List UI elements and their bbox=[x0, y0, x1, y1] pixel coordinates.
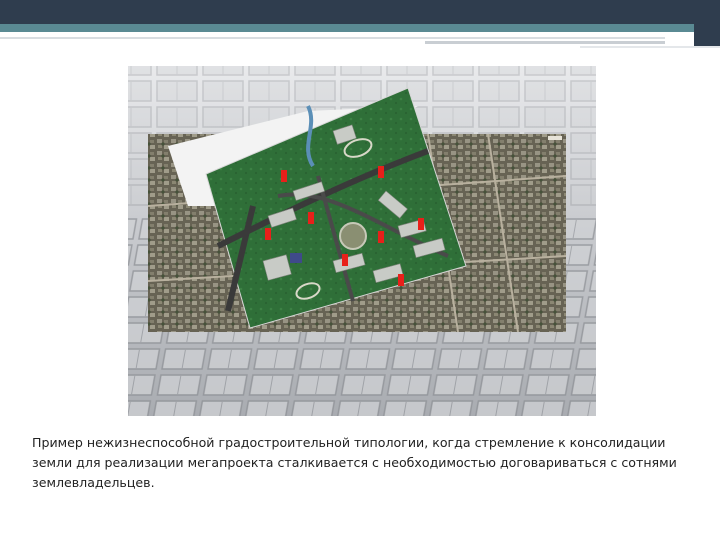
site-plan-illustration bbox=[128, 66, 596, 416]
decor-line-1 bbox=[0, 37, 665, 39]
decor-line-3 bbox=[580, 46, 720, 48]
slide-header-bar bbox=[0, 0, 720, 26]
figure-caption: Пример нежизнеспособной градостроительно… bbox=[32, 435, 677, 490]
slide-header-corner bbox=[694, 0, 720, 46]
slide-header-accent bbox=[0, 24, 720, 32]
decor-line-2 bbox=[425, 41, 665, 44]
